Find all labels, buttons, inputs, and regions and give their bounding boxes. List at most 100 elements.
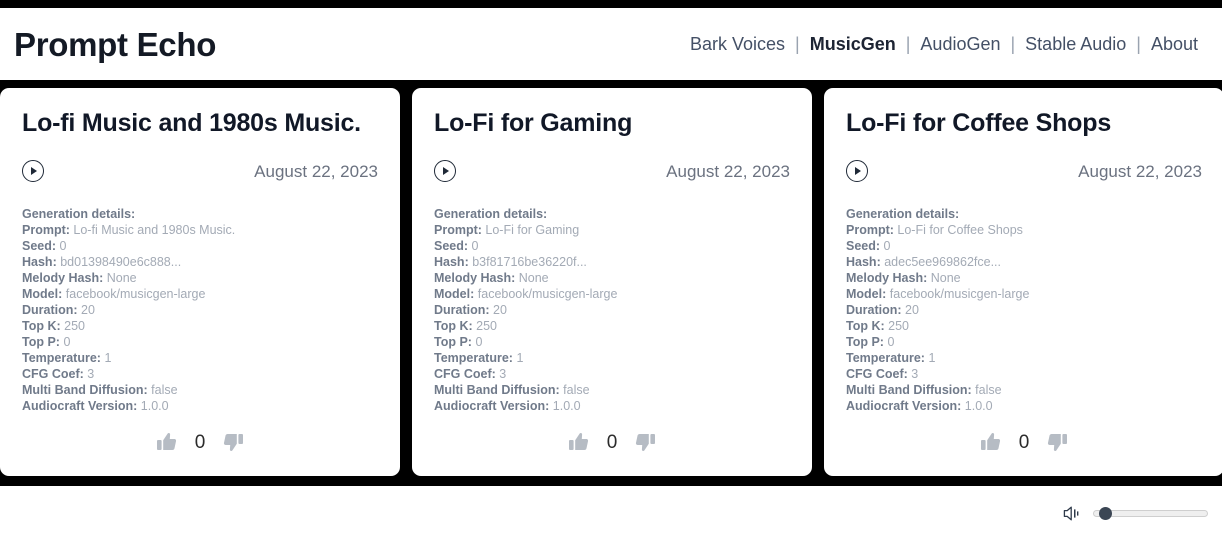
- detail-value-temperature: 1: [516, 351, 524, 365]
- detail-label-duration: Duration:: [434, 303, 490, 317]
- nav-item-stable-audio[interactable]: Stable Audio: [1015, 35, 1136, 53]
- thumbs-up-icon[interactable]: [568, 432, 589, 452]
- nav-item-musicgen[interactable]: MusicGen: [800, 35, 906, 53]
- volume-slider[interactable]: [1093, 506, 1208, 520]
- detail-label-audiocraft-version: Audiocraft Version:: [846, 399, 962, 413]
- detail-label-prompt: Prompt:: [846, 223, 894, 237]
- detail-value-multi-band-diffusion: false: [151, 383, 178, 397]
- detail-value-prompt: Lo-Fi for Gaming: [485, 223, 580, 237]
- detail-row-melody-hash: Melody Hash: None: [846, 270, 1202, 286]
- generation-card: Lo-fi Music and 1980s Music. August 22, 2…: [0, 88, 400, 476]
- detail-value-seed: 0: [471, 239, 479, 253]
- detail-label-top-k: Top K:: [22, 319, 61, 333]
- detail-label-melody-hash: Melody Hash:: [22, 271, 104, 285]
- detail-value-audiocraft-version: 1.0.0: [552, 399, 581, 413]
- app-header: Prompt Echo Bark Voices | MusicGen | AudioGe…: [0, 8, 1222, 80]
- detail-label-audiocraft-version: Audiocraft Version:: [434, 399, 550, 413]
- detail-row-cfg-coef: CFG Coef: 3: [22, 366, 378, 382]
- volume-slider-thumb[interactable]: [1099, 506, 1112, 520]
- detail-label-melody-hash: Melody Hash:: [846, 271, 928, 285]
- detail-row-audiocraft-version: Audiocraft Version: 1.0.0: [22, 398, 378, 414]
- detail-value-model: facebook/musicgen-large: [889, 287, 1030, 301]
- thumbs-down-icon[interactable]: [635, 432, 656, 452]
- detail-label-duration: Duration:: [22, 303, 78, 317]
- nav-item-about[interactable]: About: [1141, 35, 1208, 53]
- detail-value-multi-band-diffusion: false: [563, 383, 590, 397]
- play-icon[interactable]: [434, 160, 456, 182]
- thumbs-down-icon[interactable]: [223, 432, 244, 452]
- detail-value-audiocraft-version: 1.0.0: [140, 399, 169, 413]
- detail-row-duration: Duration: 20: [22, 302, 378, 318]
- detail-row-top-k: Top K: 250: [846, 318, 1202, 334]
- detail-label-cfg-coef: CFG Coef:: [22, 367, 84, 381]
- detail-value-melody-hash: None: [518, 271, 549, 285]
- detail-value-top-k: 250: [888, 319, 909, 333]
- detail-row-hash: Hash: bd01398490e6c888...: [22, 254, 378, 270]
- detail-row-top-k: Top K: 250: [22, 318, 378, 334]
- detail-label-model: Model:: [434, 287, 475, 301]
- volume-control[interactable]: [1063, 506, 1208, 521]
- detail-value-melody-hash: None: [106, 271, 137, 285]
- detail-row-top-p: Top P: 0: [846, 334, 1202, 350]
- play-icon[interactable]: [22, 160, 44, 182]
- play-triangle: [31, 167, 37, 175]
- detail-label-seed: Seed:: [22, 239, 57, 253]
- detail-value-cfg-coef: 3: [87, 367, 95, 381]
- generation-details-heading: Generation details:: [434, 207, 548, 221]
- detail-value-prompt: Lo-Fi for Coffee Shops: [897, 223, 1023, 237]
- detail-label-audiocraft-version: Audiocraft Version:: [22, 399, 138, 413]
- detail-row-cfg-coef: CFG Coef: 3: [846, 366, 1202, 382]
- detail-label-top-k: Top K:: [846, 319, 885, 333]
- detail-row-melody-hash: Melody Hash: None: [22, 270, 378, 286]
- detail-row-top-p: Top P: 0: [22, 334, 378, 350]
- detail-row-model: Model: facebook/musicgen-large: [22, 286, 378, 302]
- detail-value-cfg-coef: 3: [499, 367, 507, 381]
- nav-item-bark-voices[interactable]: Bark Voices: [680, 35, 795, 53]
- thumbs-up-icon[interactable]: [980, 432, 1001, 452]
- card-date: August 22, 2023: [1078, 161, 1202, 181]
- detail-row-model: Model: facebook/musicgen-large: [846, 286, 1202, 302]
- detail-value-top-p: 0: [887, 335, 895, 349]
- main-nav: Bark Voices | MusicGen | AudioGen | Stable Aud…: [680, 35, 1208, 53]
- detail-row-prompt: Prompt: Lo-Fi for Gaming: [434, 222, 790, 238]
- detail-row-audiocraft-version: Audiocraft Version: 1.0.0: [434, 398, 790, 414]
- detail-label-seed: Seed:: [434, 239, 469, 253]
- app-root: Prompt Echo Bark Voices | MusicGen | AudioGe…: [0, 0, 1222, 540]
- generation-details-heading: Generation details:: [22, 207, 136, 221]
- detail-value-hash: b3f81716be36220f...: [472, 255, 587, 269]
- detail-label-temperature: Temperature:: [846, 351, 925, 365]
- play-icon[interactable]: [846, 160, 868, 182]
- detail-value-hash: adec5ee969862fce...: [884, 255, 1001, 269]
- top-strip: [0, 0, 1222, 8]
- detail-row-hash: Hash: adec5ee969862fce...: [846, 254, 1202, 270]
- vote-row: 0: [434, 432, 790, 466]
- detail-row-multi-band-diffusion: Multi Band Diffusion: false: [22, 382, 378, 398]
- vote-count: 0: [194, 431, 206, 453]
- detail-row-audiocraft-version: Audiocraft Version: 1.0.0: [846, 398, 1202, 414]
- detail-label-multi-band-diffusion: Multi Band Diffusion:: [22, 383, 148, 397]
- detail-value-audiocraft-version: 1.0.0: [964, 399, 993, 413]
- detail-label-hash: Hash:: [846, 255, 881, 269]
- thumbs-down-icon[interactable]: [1047, 432, 1068, 452]
- detail-label-melody-hash: Melody Hash:: [434, 271, 516, 285]
- detail-label-prompt: Prompt:: [434, 223, 482, 237]
- vote-count: 0: [606, 431, 618, 453]
- nav-item-audiogen[interactable]: AudioGen: [910, 35, 1010, 53]
- detail-value-top-p: 0: [475, 335, 483, 349]
- card-date: August 22, 2023: [666, 161, 790, 181]
- detail-value-duration: 20: [81, 303, 95, 317]
- detail-row-multi-band-diffusion: Multi Band Diffusion: false: [434, 382, 790, 398]
- card-subheader: August 22, 2023: [22, 158, 378, 184]
- detail-label-top-p: Top P:: [434, 335, 472, 349]
- detail-row-seed: Seed: 0: [22, 238, 378, 254]
- speaker-icon[interactable]: [1063, 506, 1080, 521]
- detail-value-multi-band-diffusion: false: [975, 383, 1002, 397]
- thumbs-up-icon[interactable]: [156, 432, 177, 452]
- detail-value-temperature: 1: [104, 351, 112, 365]
- detail-row-multi-band-diffusion: Multi Band Diffusion: false: [846, 382, 1202, 398]
- detail-row-prompt: Prompt: Lo-fi Music and 1980s Music.: [22, 222, 378, 238]
- detail-label-temperature: Temperature:: [434, 351, 513, 365]
- detail-value-model: facebook/musicgen-large: [477, 287, 618, 301]
- generation-details-heading: Generation details:: [846, 207, 960, 221]
- app-title: Prompt Echo: [14, 25, 217, 63]
